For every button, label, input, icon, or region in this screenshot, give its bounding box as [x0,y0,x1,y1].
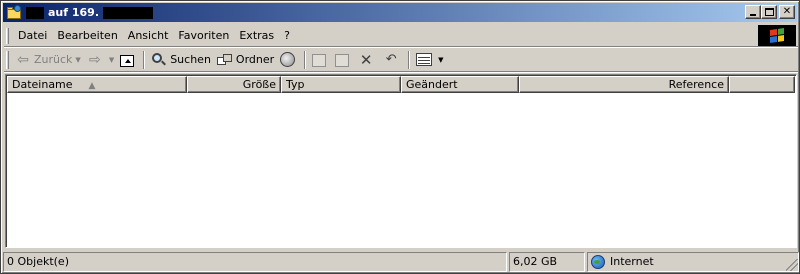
minimize-icon [750,14,756,16]
undo-icon: ↶ [385,51,397,67]
folders-button[interactable]: Ordner [214,49,277,71]
title-bar[interactable]: auf 169. ✕ [3,3,797,22]
list-header: Dateiname ▲ Größe Typ Geändert Reference [7,76,795,93]
search-icon [151,52,167,68]
internet-globe-icon [591,255,605,269]
menubar-grip[interactable] [6,27,9,44]
forward-arrow-icon: ⇨ [88,51,101,68]
menu-help[interactable]: ? [279,29,295,42]
menu-datei[interactable]: Datei [13,29,52,42]
up-button[interactable] [117,49,140,71]
copy-to-icon [335,53,350,67]
column-header-size[interactable]: Größe [187,76,281,93]
status-size: 6,02 GB [509,252,585,272]
file-list[interactable]: Dateiname ▲ Größe Typ Geändert Reference [5,74,797,248]
back-arrow-icon: ⇦ [17,51,29,68]
search-label: Suchen [170,53,211,66]
minimize-button[interactable] [745,5,761,19]
history-icon [280,52,296,67]
maximize-icon [764,8,774,16]
close-button[interactable]: ✕ [779,5,795,19]
windows-flag-icon [770,28,784,43]
column-header-filler [729,76,795,93]
undo-button[interactable]: ↶ [380,49,405,71]
forward-button[interactable]: ⇨ ▼ [84,49,117,71]
zone-label: Internet [610,255,654,268]
sort-ascending-icon: ▲ [88,81,96,91]
folders-icon [216,52,233,68]
column-header-reference[interactable]: Reference [519,76,729,93]
back-label: Zurück [34,53,73,66]
standard-toolbar: ⇦ Zurück ▼ ⇨ ▼ Suchen Ordner ✕ ↶ ▼ [4,48,798,72]
chevron-down-icon[interactable]: ▼ [109,56,114,64]
close-icon: ✕ [782,6,792,17]
menu-extras[interactable]: Extras [234,29,279,42]
redacted-block [26,6,44,19]
menu-ansicht[interactable]: Ansicht [123,29,174,42]
chevron-down-icon[interactable]: ▼ [438,56,443,64]
folder-globe-icon[interactable] [6,4,22,21]
toolbar-separator [143,50,146,69]
up-folder-icon [120,54,135,67]
history-button[interactable] [277,49,301,71]
move-to-button[interactable] [309,49,332,71]
column-header-name[interactable]: Dateiname ▲ [7,76,187,93]
back-button[interactable]: ⇦ Zurück ▼ [12,49,84,71]
copy-to-button[interactable] [332,49,355,71]
views-button[interactable]: ▼ [413,49,446,71]
maximize-button[interactable] [761,5,777,19]
delete-button[interactable]: ✕ [355,49,380,71]
status-zone: Internet [587,252,799,272]
window-title: auf 169. [48,6,100,19]
delete-icon: ✕ [359,50,373,69]
search-button[interactable]: Suchen [148,49,214,71]
menu-favoriten[interactable]: Favoriten [173,29,234,42]
status-object-count: 0 Objekt(e) [3,252,507,272]
folders-label: Ordner [235,53,275,66]
menu-bearbeiten[interactable]: Bearbeiten [52,29,122,42]
menu-bar: Datei Bearbeiten Ansicht Favoriten Extra… [4,25,798,47]
views-icon [416,53,433,66]
redacted-block [103,6,154,19]
move-to-icon [312,53,327,67]
status-bar: 0 Objekt(e) 6,02 GB Internet [3,252,799,272]
windows-logo [758,25,796,46]
column-header-type[interactable]: Typ [281,76,401,93]
toolbar-separator [408,50,411,69]
explorer-window: auf 169. ✕ Datei Bearbeiten Ansicht Favo… [0,0,800,274]
window-controls: ✕ [745,5,795,19]
resize-grip[interactable] [786,259,798,271]
toolbar-grip[interactable] [6,50,9,69]
column-header-modified[interactable]: Geändert [401,76,519,93]
chevron-down-icon[interactable]: ▼ [75,56,80,64]
toolbar-separator [304,50,307,69]
column-label: Dateiname [12,78,73,91]
